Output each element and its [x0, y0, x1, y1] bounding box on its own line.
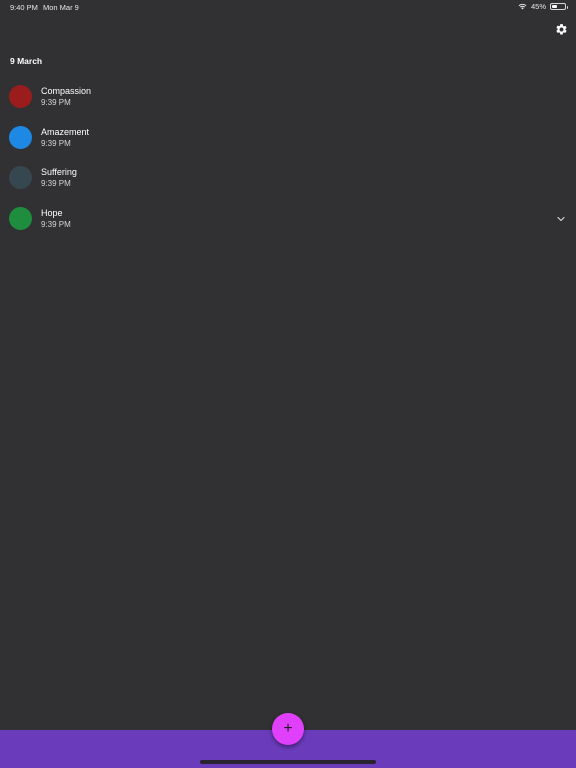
- status-time: 9:40 PM: [10, 3, 38, 12]
- date-header: 9 March: [10, 56, 43, 66]
- entry-color-dot: [9, 125, 32, 149]
- screen: 9:40 PM Mon Mar 9 45% 9 March Compassion…: [0, 0, 576, 768]
- status-right: 45%: [518, 2, 568, 11]
- status-date: Mon Mar 9: [43, 3, 79, 12]
- list-item-amazement[interactable]: Amazement 9:39 PM: [0, 123, 576, 164]
- gear-icon: [555, 23, 567, 34]
- entry-time: 9:39 PM: [41, 138, 71, 148]
- entry-color-dot: [9, 166, 32, 190]
- add-entry-button[interactable]: +: [272, 713, 304, 745]
- entry-name: Compassion: [41, 86, 92, 96]
- entry-time: 9:39 PM: [41, 220, 71, 230]
- chevron-down-icon[interactable]: [556, 214, 566, 224]
- entry-name: Hope: [41, 208, 63, 219]
- entry-color-dot: [9, 207, 32, 231]
- list-item-compassion[interactable]: Compassion 9:39 PM: [0, 82, 576, 123]
- entry-time: 9:39 PM: [41, 179, 71, 189]
- status-bar: 9:40 PM Mon Mar 9 45%: [0, 0, 576, 14]
- entry-color-dot: [9, 85, 32, 108]
- list-item-hope[interactable]: Hope 9:39 PM: [0, 204, 576, 245]
- battery-icon: [550, 3, 568, 10]
- wifi-icon: [518, 3, 527, 10]
- entry-name: Amazement: [41, 126, 90, 137]
- entry-name: Suffering: [41, 167, 77, 178]
- list-item-suffering[interactable]: Suffering 9:39 PM: [0, 163, 576, 204]
- battery-fill: [552, 5, 558, 8]
- battery-percent: 45%: [530, 2, 546, 11]
- home-indicator: [200, 760, 376, 764]
- entry-time: 9:39 PM: [41, 98, 71, 107]
- settings-button[interactable]: [552, 20, 570, 38]
- entry-list: Compassion 9:39 PM Amazement 9:39 PM Suf…: [0, 82, 576, 245]
